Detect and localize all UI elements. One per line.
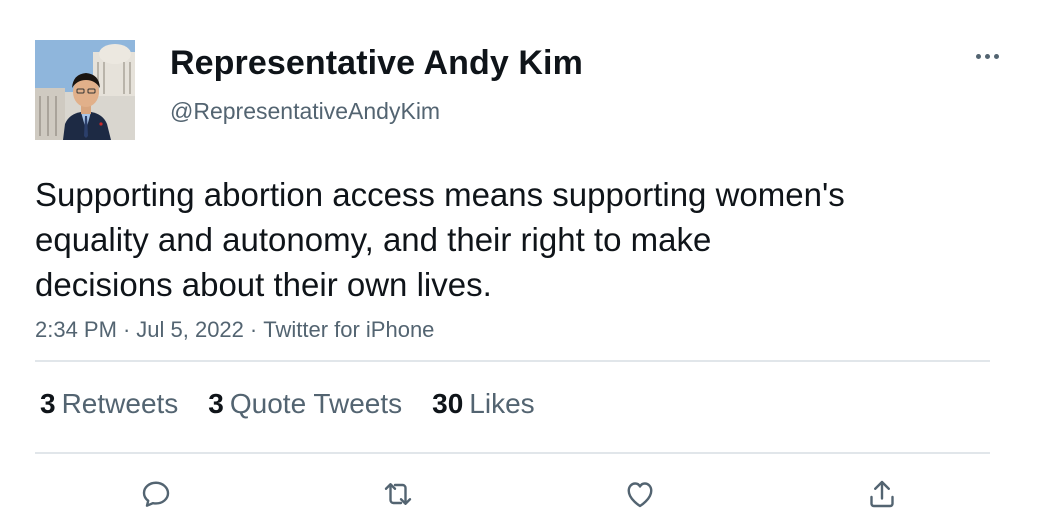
tweet-date[interactable]: Jul 5, 2022	[136, 317, 244, 342]
quote-tweets-count: 3	[208, 388, 224, 419]
retweets-count: 3	[40, 388, 56, 419]
tweet-text-line: equality and autonomy, and their right t…	[35, 221, 712, 258]
tweet-text: Supporting abortion access means support…	[35, 172, 975, 307]
retweets-label: Retweets	[61, 388, 179, 419]
engagement-stats: 3 Retweets 3 Quote Tweets 30 Likes	[40, 388, 565, 420]
meta-separator: ·	[122, 317, 131, 342]
share-icon	[870, 480, 894, 508]
more-options-icon[interactable]	[970, 48, 1006, 66]
reply-button[interactable]	[136, 474, 176, 514]
retweets-stat[interactable]: 3 Retweets	[40, 388, 178, 420]
retweet-button[interactable]	[378, 474, 418, 514]
tweet-detail: Representative Andy Kim @RepresentativeA…	[0, 0, 1050, 525]
likes-count: 30	[432, 388, 464, 419]
tweet-source[interactable]: Twitter for iPhone	[263, 317, 434, 342]
likes-label: Likes	[469, 388, 535, 419]
reply-icon	[142, 481, 170, 507]
avatar[interactable]	[35, 40, 135, 140]
divider	[35, 360, 990, 362]
meta-separator: ·	[249, 317, 258, 342]
retweet-icon	[384, 483, 412, 505]
tweet-text-line: decisions about their own lives.	[35, 266, 492, 303]
quote-tweets-label: Quote Tweets	[229, 388, 403, 419]
likes-stat[interactable]: 30 Likes	[432, 388, 535, 420]
like-button[interactable]	[620, 474, 660, 514]
tweet-text-line: Supporting abortion access means support…	[35, 176, 845, 213]
user-handle[interactable]: @RepresentativeAndyKim	[170, 98, 440, 125]
quote-tweets-stat[interactable]: 3 Quote Tweets	[208, 388, 402, 420]
divider	[35, 452, 990, 454]
share-button[interactable]	[862, 474, 902, 514]
tweet-meta: 2:34 PM · Jul 5, 2022 · Twitter for iPhone	[35, 317, 434, 343]
display-name[interactable]: Representative Andy Kim	[170, 44, 583, 83]
tweet-time[interactable]: 2:34 PM	[35, 317, 117, 342]
profile-photo-icon	[35, 40, 135, 140]
like-icon	[627, 482, 653, 508]
